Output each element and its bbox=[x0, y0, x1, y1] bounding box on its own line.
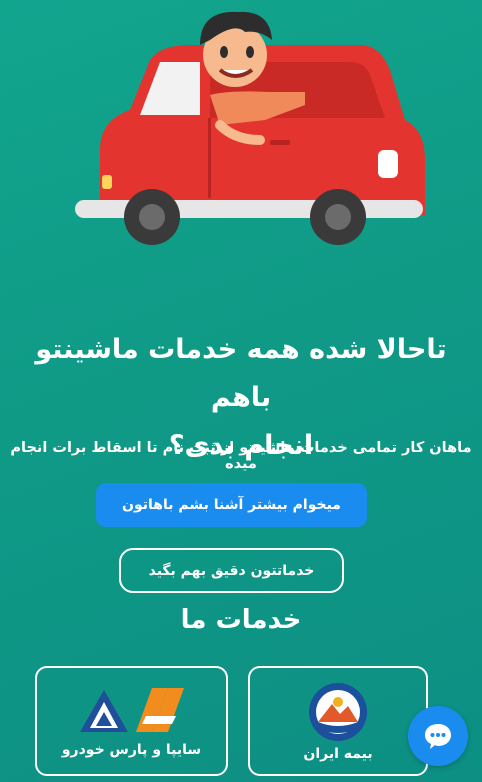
learn-more-button[interactable]: میخوام بیشتر آشنا بشم باهاتون bbox=[96, 483, 367, 527]
service-card-saipa[interactable]: سایپا و پارس خودرو bbox=[35, 666, 228, 776]
service-card-iran-insurance[interactable]: بیمه ایران bbox=[248, 666, 428, 776]
headline-line-1: تاحالا شده همه خدمات ماشینتو باهم bbox=[35, 334, 447, 413]
service-label-iran-insurance: بیمه ایران bbox=[303, 746, 373, 762]
services-title: خدمات ما bbox=[180, 605, 302, 635]
services-detail-button[interactable]: خدماتتون دقیق بهم بگید bbox=[119, 548, 344, 593]
hero-subtitle: ماهان کار تمامی خدمات ماشینتو از ثبت نام… bbox=[10, 440, 472, 472]
service-label-saipa: سایپا و پارس خودرو bbox=[61, 742, 202, 758]
iran-insurance-logo bbox=[309, 683, 367, 741]
chat-button[interactable] bbox=[408, 706, 468, 766]
hero-car-illustration bbox=[75, 11, 425, 245]
chat-bubble-icon bbox=[425, 724, 451, 749]
saipa-pars-khodro-logo bbox=[79, 688, 184, 732]
